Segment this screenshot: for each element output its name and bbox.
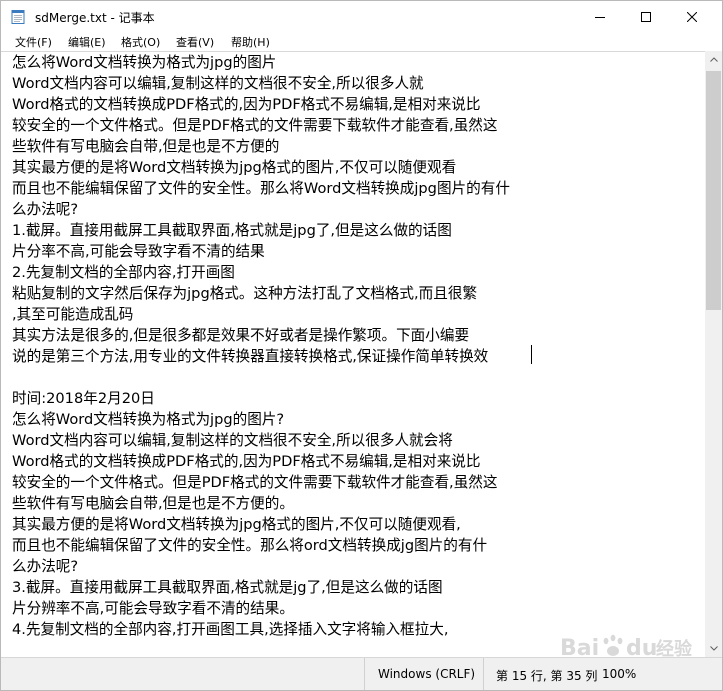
text-line: 其实最方便的是将Word文档转换为jpg格式的图片,不仅可以随便观看, [12,516,461,533]
status-zoom: 100% [602,667,637,681]
scroll-thumb[interactable] [706,71,721,310]
text-line: 而且也不能编辑保留了文件的安全性。那么将ord文档转换成jg图片的有什 [12,537,488,554]
text-line: 么办法呢? [12,201,79,218]
vertical-scrollbar[interactable] [705,51,722,657]
maximize-icon [641,11,651,22]
text-line: 1.截屏。直接用截屏工具截取界面,格式就是jpg了,但是这么做的话图 [12,222,452,239]
menu-view[interactable]: 查看(V) [176,34,214,50]
scroll-up-button[interactable] [705,51,722,68]
baidu-watermark-logo: Bai du 经验 [560,634,693,661]
menu-bar: 文件(F) 编辑(E) 格式(O) 查看(V) 帮助(H) [1,32,722,51]
text-line: 3.截屏。直接用截屏工具截取界面,格式就是jg了,但是这么做的话图 [12,579,443,596]
chevron-down-icon [709,646,718,651]
text-line: Word文档内容可以编辑,复制这样的文档很不安全,所以很多人就 [12,75,424,92]
text-line: 怎么将Word文档转换为格式为jpg的图片 [12,54,277,71]
text-line: 较安全的一个文件格式。但是PDF格式的文件需要下载软件才能查看,虽然这 [12,474,498,491]
close-button[interactable] [669,1,715,32]
menu-help[interactable]: 帮助(H) [231,34,270,50]
text-line: 些软件有写电脑会自带,但是也是不方便的 [12,138,280,155]
text-line: 片分辨率不高,可能会导致字看不清的结果。 [12,600,294,617]
text-line: 其实方法是很多的,但是很多都是效果不好或者是操作繁项。下面小编要 [12,327,470,344]
notepad-app-icon [11,10,25,24]
menu-format[interactable]: 格式(O) [121,34,160,50]
minimize-button[interactable] [577,1,623,32]
text-line: 较安全的一个文件格式。但是PDF格式的文件需要下载软件才能查看,虽然这 [12,117,498,134]
title-bar[interactable]: sdMerge.txt - 记事本 [1,1,722,32]
text-caret [531,345,532,364]
scroll-down-button[interactable] [705,640,722,657]
maximize-button[interactable] [623,1,669,32]
text-line: 片分率不高,可能会导致字看不清的结果 [12,243,265,260]
text-line: 其实最方便的是将Word文档转换为jpg格式的图片,不仅可以随便观看 [12,159,457,176]
text-line: Word文档内容可以编辑,复制这样的文档很不安全,所以很多人就会将 [12,432,453,449]
minimize-icon [595,16,605,18]
text-line: Word格式的文档转换成PDF格式的,因为PDF格式不易编辑,是相对来说比 [12,453,481,470]
text-line: 粘贴复制的文字然后保存为jpg格式。这种方法打乱了文档格式,而且很繁 [12,285,478,302]
text-line: 4.先复制文档的全部内容,打开画图工具,选择插入文字将输入框拉大, [12,621,449,638]
text-line: 而且也不能编辑保留了文件的安全性。那么将Word文档转换成jpg图片的有什 [12,180,510,197]
text-line: ,其至可能造成乱码 [12,306,134,323]
text-line: Word格式的文档转换成PDF格式的,因为PDF格式不易编辑,是相对来说比 [12,96,481,113]
text-line: 2.先复制文档的全部内容,打开画图 [12,264,235,281]
text-editor[interactable]: 怎么将Word文档转换为格式为jpg的图片 Word文档内容可以编辑,复制这样的文… [1,51,705,657]
close-icon [687,11,697,22]
status-separator [483,658,484,690]
text-line: 些软件有写电脑会自带,但是也是不方便的。 [12,495,294,512]
svg-text:经验: 经验 [656,638,693,660]
window-title: sdMerge.txt - 记事本 [35,11,155,25]
chevron-up-icon [709,57,718,62]
text-line: 说的是第三个方法,用专业的文件转换器直接转换格式,保证操作简单转换效 [12,348,489,365]
status-encoding: Windows (CRLF) [378,667,476,681]
status-separator [364,658,365,690]
menu-edit[interactable]: 编辑(E) [68,34,106,50]
notepad-window: sdMerge.txt - 记事本 文件(F) 编辑(E) 格式(O) 查看(V… [0,0,723,691]
svg-text:Bai: Bai [560,636,599,661]
status-cursor-position: 第 15 行, 第 35 列 [496,669,598,683]
text-line: 么办法呢? [12,558,79,575]
svg-text:du: du [626,636,657,661]
text-line: 怎么将Word文档转换为格式为jpg的图片? [12,411,285,428]
text-line: 时间:2018年2月20日 [12,390,155,407]
menu-file[interactable]: 文件(F) [15,34,52,50]
